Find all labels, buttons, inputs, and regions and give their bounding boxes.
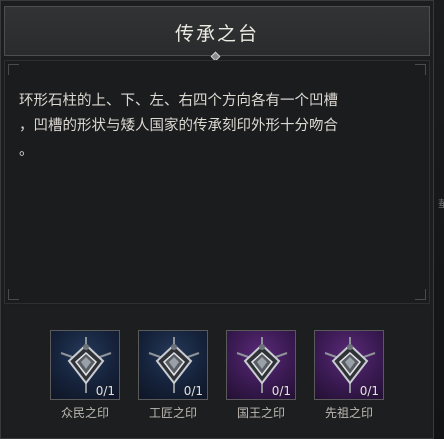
item-count: 0/1 xyxy=(271,384,291,398)
corner-ornament xyxy=(8,289,19,300)
dialog-title: 传承之台 xyxy=(174,23,259,45)
item-label: 国王之印 xyxy=(236,406,285,420)
item-slot-king-seal[interactable]: 0/1 xyxy=(226,330,296,400)
item-label: 工匠之印 xyxy=(148,406,197,420)
background-edge xyxy=(434,0,444,439)
dialog-header: 传承之台 xyxy=(4,6,430,56)
item-slot-ancestor-seal[interactable]: 0/1 xyxy=(314,330,384,400)
item-count: 0/1 xyxy=(95,384,115,398)
item-slot-artisan-seal[interactable]: 0/1 xyxy=(138,330,208,400)
dialog-description: 环形石柱的上、下、左、右四个方向各有一个凹槽 ，凹槽的形状与矮人国家的传承刻印外… xyxy=(19,89,399,164)
item-count: 0/1 xyxy=(359,384,379,398)
background-glyph: 華 xyxy=(438,198,444,208)
description-line: 。 xyxy=(19,143,34,159)
description-line: ，凹槽的形状与矮人国家的传承刻印外形十分吻合 xyxy=(19,118,338,134)
corner-ornament xyxy=(415,289,426,300)
corner-ornament xyxy=(8,64,19,75)
item-slot-commoner-seal[interactable]: 0/1 xyxy=(50,330,120,400)
item-label: 众民之印 xyxy=(60,406,109,420)
corner-ornament xyxy=(415,64,426,75)
item-label: 先祖之印 xyxy=(324,406,373,420)
description-line: 环形石柱的上、下、左、右四个方向各有一个凹槽 xyxy=(19,93,338,109)
item-count: 0/1 xyxy=(183,384,203,398)
